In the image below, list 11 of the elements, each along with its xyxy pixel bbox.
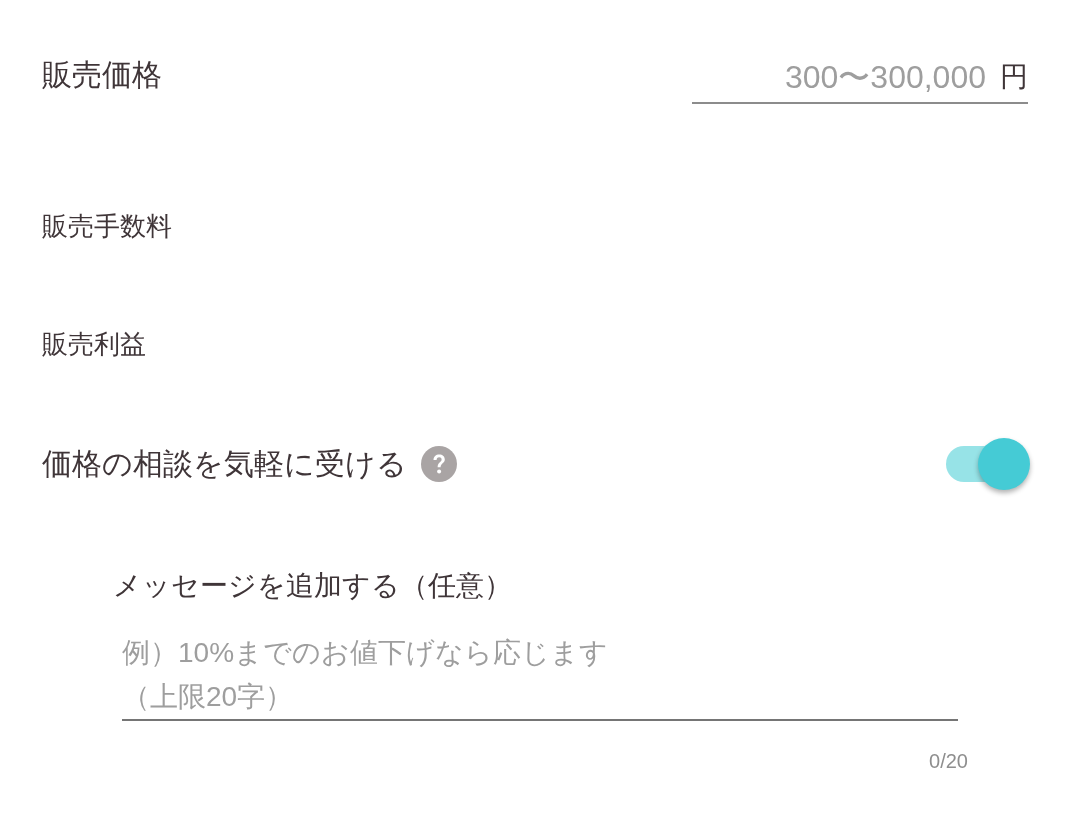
message-label: メッセージを追加する（任意） xyxy=(113,569,512,603)
character-counter: 0/20 xyxy=(929,749,968,773)
negotiation-label: 価格の相談を気軽に受ける xyxy=(42,446,407,482)
help-icon[interactable] xyxy=(421,446,457,482)
profit-label: 販売利益 xyxy=(42,328,146,361)
currency-unit: 円 xyxy=(986,52,1028,104)
toggle-switch[interactable] xyxy=(946,438,1030,490)
fee-label: 販売手数料 xyxy=(42,210,172,243)
price-input[interactable]: 300〜300,000 xyxy=(692,52,986,104)
message-input[interactable]: 例）10%までのお値下げなら応じます（上限20字） xyxy=(122,631,958,721)
price-label: 販売価格 xyxy=(42,57,162,93)
